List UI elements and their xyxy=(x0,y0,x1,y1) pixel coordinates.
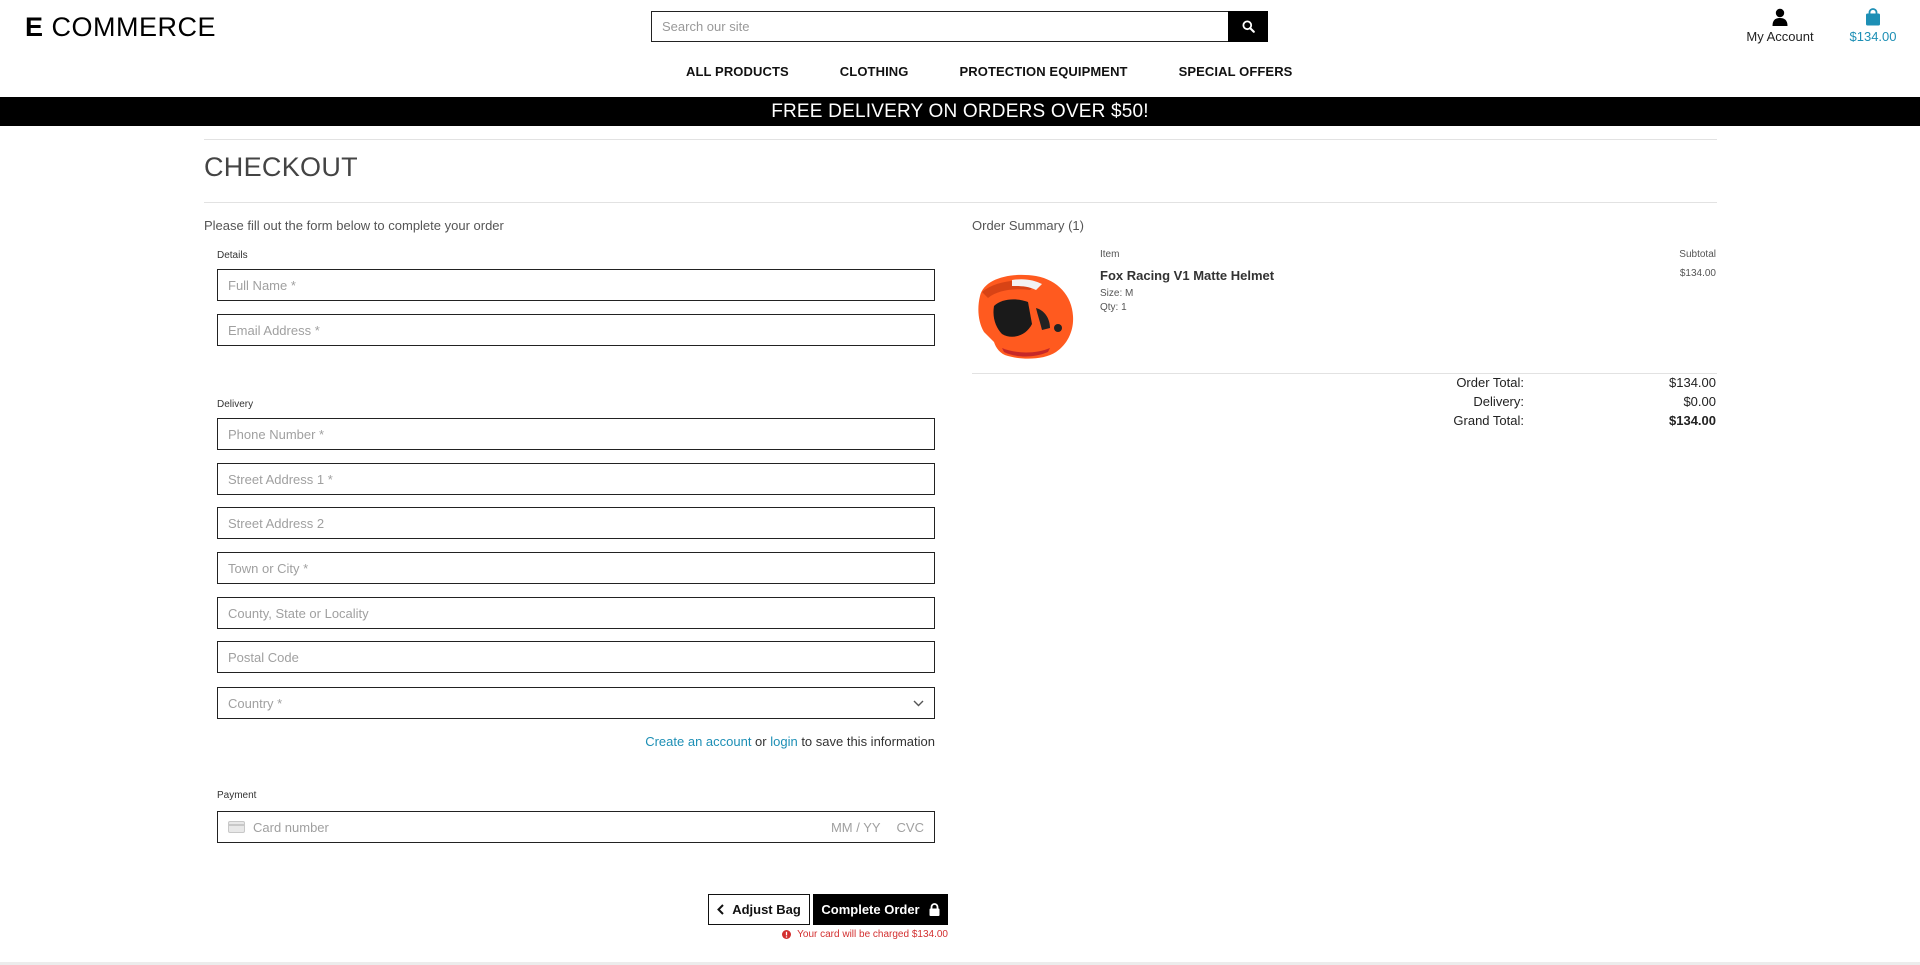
item-column-label: Item xyxy=(1100,249,1120,260)
phone-field[interactable] xyxy=(217,418,935,450)
save-info-text: Create an account or login to save this … xyxy=(500,734,935,749)
login-link[interactable]: login xyxy=(770,734,797,749)
charge-notice: Your card will be charged $134.00 xyxy=(780,929,948,940)
nav-clothing[interactable]: CLOTHING xyxy=(840,64,909,79)
delivery-cost-label: Delivery: xyxy=(1473,394,1524,409)
delivery-row: Delivery: $0.00 xyxy=(1350,394,1716,409)
credit-card-icon xyxy=(228,821,245,833)
subtotal-column-label: Subtotal xyxy=(1679,249,1716,260)
product-image[interactable] xyxy=(972,268,1078,362)
card-expiry-placeholder: MM / YY xyxy=(830,819,881,835)
card-number-placeholder: Card number xyxy=(253,819,329,835)
product-subtotal: $134.00 xyxy=(1679,268,1716,279)
full-name-field[interactable] xyxy=(217,269,935,301)
save-info-or: or xyxy=(751,734,771,749)
my-account-link[interactable]: My Account xyxy=(1740,6,1820,44)
search-input[interactable] xyxy=(651,11,1228,42)
page-title: CHECKOUT xyxy=(204,152,358,182)
country-select[interactable]: Country * xyxy=(217,687,935,719)
shopping-bag-link[interactable]: $134.00 xyxy=(1840,6,1906,44)
product-qty: Qty: 1 xyxy=(1100,302,1127,313)
search-icon xyxy=(1241,20,1255,33)
order-total-label: Order Total: xyxy=(1456,375,1524,390)
grand-total-row: Grand Total: $134.00 xyxy=(1350,413,1716,428)
adjust-bag-label: Adjust Bag xyxy=(732,902,801,917)
save-info-suffix: to save this information xyxy=(797,734,935,749)
user-icon xyxy=(1772,8,1788,26)
town-city-field[interactable] xyxy=(217,552,935,584)
nav-all-products[interactable]: ALL PRODUCTS xyxy=(686,64,789,79)
search-form xyxy=(651,11,1268,42)
country-select-value: Country * xyxy=(228,695,283,711)
create-account-link[interactable]: Create an account xyxy=(645,734,751,749)
bag-total: $134.00 xyxy=(1849,29,1897,44)
payment-label: Payment xyxy=(217,790,257,801)
street-address-2-field[interactable] xyxy=(217,507,935,539)
order-total-row: Order Total: $134.00 xyxy=(1350,375,1716,390)
complete-order-label: Complete Order xyxy=(821,902,920,917)
promo-banner: FREE DELIVERY ON ORDERS OVER $50! xyxy=(0,97,1920,126)
postcode-field[interactable] xyxy=(217,641,935,673)
delivery-cost-value: $0.00 xyxy=(1683,394,1716,409)
charge-text: Your card will be charged $134.00 xyxy=(797,929,948,940)
product-name[interactable]: Fox Racing V1 Matte Helmet xyxy=(1100,268,1274,283)
exclamation-circle-icon xyxy=(782,930,792,939)
nav-protection-equipment[interactable]: PROTECTION EQUIPMENT xyxy=(959,64,1127,79)
email-field[interactable] xyxy=(217,314,935,346)
lock-icon xyxy=(929,903,940,916)
order-total-value: $134.00 xyxy=(1669,375,1716,390)
product-size: Size: M xyxy=(1100,288,1134,299)
my-account-label: My Account xyxy=(1746,29,1814,44)
nav-special-offers[interactable]: SPECIAL OFFERS xyxy=(1179,64,1293,79)
divider xyxy=(972,373,1717,374)
street-address-1-field[interactable] xyxy=(217,463,935,495)
main-nav: ALL PRODUCTS CLOTHING PROTECTION EQUIPME… xyxy=(686,64,1292,79)
chevron-left-icon xyxy=(717,904,724,915)
divider xyxy=(204,139,1717,140)
logo-initial: E xyxy=(25,12,44,42)
logo-text: COMMERCE xyxy=(43,12,217,42)
grand-total-value: $134.00 xyxy=(1669,413,1716,428)
grand-total-label: Grand Total: xyxy=(1453,413,1524,428)
county-field[interactable] xyxy=(217,597,935,629)
complete-order-button[interactable]: Complete Order xyxy=(813,894,948,925)
divider xyxy=(204,202,1717,203)
search-button[interactable] xyxy=(1228,11,1268,42)
site-logo[interactable]: E COMMERCE xyxy=(25,12,216,43)
chevron-down-icon xyxy=(913,700,924,706)
details-label: Details xyxy=(217,250,248,261)
delivery-label: Delivery xyxy=(217,399,254,410)
card-element[interactable]: Card number MM / YY CVC xyxy=(217,811,935,843)
adjust-bag-button[interactable]: Adjust Bag xyxy=(708,894,810,925)
order-summary-title: Order Summary (1) xyxy=(972,218,1084,233)
checkout-intro: Please fill out the form below to comple… xyxy=(204,218,504,233)
card-cvc-placeholder: CVC xyxy=(896,819,924,835)
shopping-bag-icon xyxy=(1866,8,1880,26)
